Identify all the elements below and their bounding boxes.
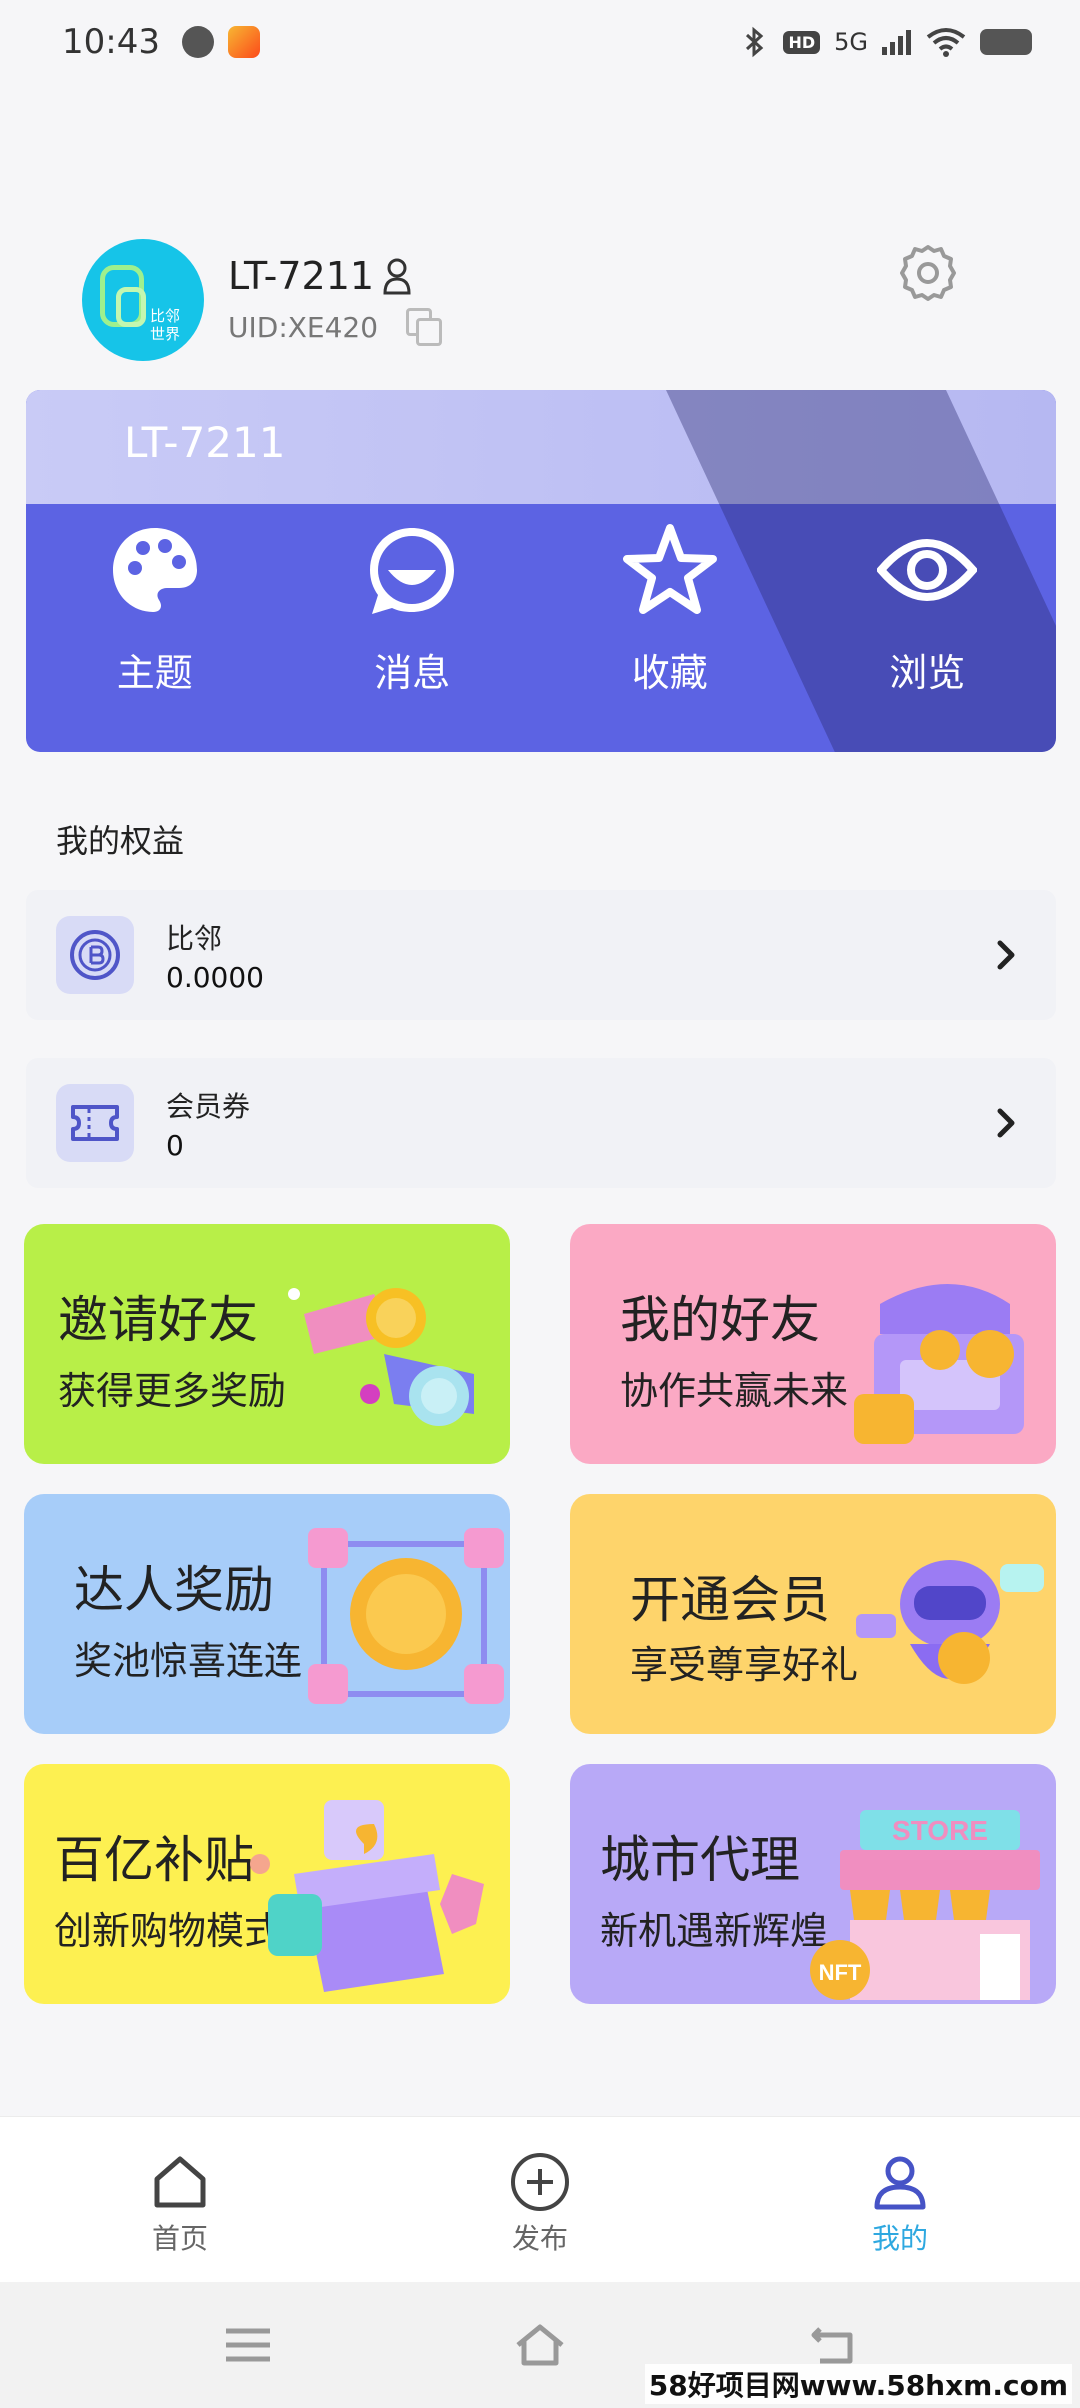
notification-icon — [181, 26, 214, 58]
profile-header: 比邻 世界 LT-7211 UID:XE420 — [82, 238, 1000, 362]
status-notification-icons — [181, 26, 260, 58]
nav-home[interactable]: 首页 — [0, 2117, 360, 2282]
profile-name-row: LT-7211 — [228, 254, 444, 298]
ticket-icon — [56, 1084, 134, 1162]
avatar-text: 比邻 世界 — [150, 307, 181, 343]
coin-icon — [56, 916, 134, 994]
settings-gear-icon[interactable] — [896, 241, 960, 305]
promo-my-friends[interactable]: 我的好友 协作共赢未来 — [570, 1224, 1056, 1464]
promo-invite-friends[interactable]: 邀请好友 获得更多奖励 — [24, 1224, 510, 1464]
nav-home-label: 首页 — [151, 2222, 208, 2255]
home-icon — [154, 2156, 206, 2208]
promo-city-agent[interactable]: 城市代理 新机遇新辉煌 STORE NFT — [570, 1764, 1056, 2004]
action-message[interactable]: 消息 — [284, 520, 542, 697]
action-theme[interactable]: 主题 — [26, 520, 284, 697]
wifi-icon — [926, 28, 966, 57]
gift-box-icon — [250, 1800, 484, 1992]
status-time: 10:43 — [62, 22, 160, 62]
menu-icon[interactable] — [222, 2319, 274, 2371]
promo-title: 开通会员 — [630, 1571, 830, 1629]
nav-publish[interactable]: 发布 — [360, 2117, 720, 2282]
treasure-chest-icon — [854, 1284, 1024, 1444]
member-card-actions: 主题 消息 收藏 浏览 — [26, 520, 1056, 697]
member-card: LT-7211 主题 消息 收藏 浏览 — [26, 390, 1056, 752]
action-favorites[interactable]: 收藏 — [541, 520, 799, 697]
promo-subsidy[interactable]: 百亿补贴 创新购物模式 — [24, 1764, 510, 2004]
coin-hands-icon — [288, 1288, 474, 1426]
chevron-right-icon — [997, 940, 1015, 970]
uid-text: UID:XE420 — [228, 310, 379, 344]
message-icon — [370, 528, 455, 614]
benefit-value: 0.0000 — [166, 960, 264, 994]
nav-publish-label: 发布 — [511, 2222, 568, 2255]
palette-icon — [112, 528, 197, 612]
person-outline-icon — [383, 258, 411, 295]
benefit-name: 会员券 — [166, 1089, 251, 1123]
promo-title: 邀请好友 — [58, 1291, 258, 1349]
promo-title: 城市代理 — [600, 1831, 800, 1889]
status-indicators: HD 5G — [741, 26, 1032, 58]
benefits-title: 我的权益 — [56, 822, 185, 860]
benefit-text: 比邻 0.0000 — [166, 917, 264, 994]
app-notification-icon — [227, 26, 260, 58]
profile-info: LT-7211 UID:XE420 — [228, 254, 444, 346]
action-message-label: 消息 — [374, 651, 451, 695]
system-home-icon[interactable] — [514, 2319, 566, 2371]
uid-row: UID:XE420 — [228, 308, 444, 346]
store-icon: STORE NFT — [810, 1810, 1040, 2000]
nft-badge-text: NFT — [819, 1960, 862, 1985]
promo-title: 达人奖励 — [74, 1561, 274, 1619]
bitcoin-network-icon — [308, 1528, 504, 1704]
network-type: 5G — [834, 28, 868, 56]
nav-mine[interactable]: 我的 — [720, 2117, 1080, 2282]
promo-subtitle: 获得更多奖励 — [58, 1369, 287, 1413]
promo-subtitle: 协作共赢未来 — [620, 1369, 849, 1413]
nav-mine-label: 我的 — [871, 2222, 928, 2255]
promo-subtitle: 享受尊享好礼 — [630, 1643, 859, 1687]
promo-expert-reward[interactable]: 达人奖励 奖池惊喜连连 — [24, 1494, 510, 1734]
avatar-logo-inner-icon — [116, 287, 146, 327]
hd-badge: HD — [783, 30, 821, 54]
member-card-title: LT-7211 — [124, 418, 286, 467]
bottom-nav: 首页 发布 我的 — [0, 2116, 1080, 2282]
benefit-value: 0 — [166, 1128, 184, 1162]
promo-title: 百亿补贴 — [54, 1831, 254, 1889]
promo-title: 我的好友 — [620, 1291, 820, 1349]
watermark-text: 58好项目网www.58hxm.com — [644, 2364, 1072, 2404]
action-favorites-label: 收藏 — [631, 651, 708, 695]
profile-name: LT-7211 — [228, 254, 375, 298]
robot-icon — [856, 1560, 1044, 1684]
action-history[interactable]: 浏览 — [799, 520, 1057, 697]
action-history-label: 浏览 — [889, 651, 966, 695]
copy-icon[interactable] — [406, 308, 444, 346]
avatar[interactable]: 比邻 世界 — [82, 239, 204, 361]
plus-circle-icon — [511, 2153, 569, 2211]
status-bar: 10:43 HD 5G — [0, 0, 1080, 84]
bluetooth-icon — [746, 26, 764, 58]
user-icon — [874, 2156, 926, 2210]
benefit-text: 会员券 0 — [166, 1085, 250, 1162]
benefit-row-coin[interactable]: 比邻 0.0000 — [26, 890, 1056, 1020]
battery-icon — [980, 29, 1032, 55]
benefit-row-ticket[interactable]: 会员券 0 — [26, 1058, 1056, 1188]
store-sign-text: STORE — [892, 1815, 988, 1846]
promo-subtitle: 奖池惊喜连连 — [74, 1639, 303, 1683]
signal-icon — [882, 30, 911, 55]
promo-membership[interactable]: 开通会员 享受尊享好礼 — [570, 1494, 1056, 1734]
star-icon — [622, 524, 717, 614]
benefit-name: 比邻 — [166, 921, 223, 955]
eye-icon — [877, 539, 978, 601]
chevron-right-icon — [997, 1108, 1015, 1138]
action-theme-label: 主题 — [116, 651, 193, 695]
